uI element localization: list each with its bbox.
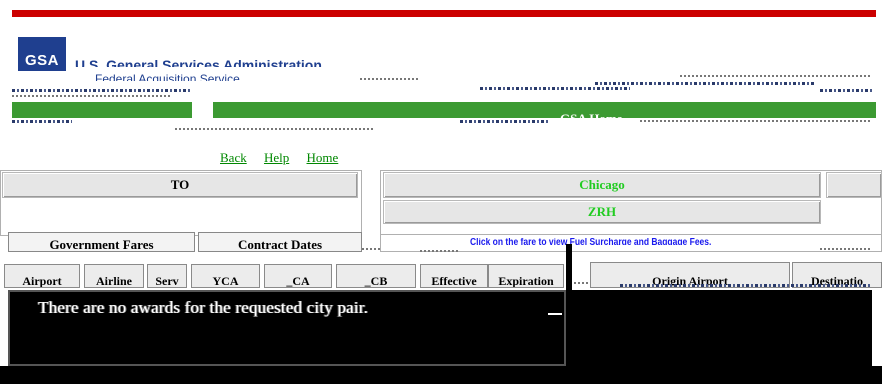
bottom-black-band (0, 366, 882, 384)
artifact-line (420, 250, 460, 252)
dash-mark (548, 313, 562, 315)
artifact-line (480, 87, 630, 90)
artifact-line (620, 284, 870, 287)
artifact-line (640, 120, 870, 122)
artifact-line (12, 89, 192, 92)
artifact-line (570, 282, 590, 284)
destination-code: ZRH (383, 200, 821, 224)
home-link[interactable]: Home (307, 150, 339, 165)
nav-bar-right (213, 102, 876, 118)
col-effective: Effective (420, 264, 488, 288)
gsa-home-link[interactable]: GSA Home (560, 112, 622, 120)
agency-subname: Federal Acquisition Service (95, 73, 240, 81)
artifact-line (595, 82, 815, 85)
back-link[interactable]: Back (220, 150, 247, 165)
artifact-line (820, 248, 872, 250)
col-airport: Airport (4, 264, 80, 288)
top-red-bar (12, 10, 876, 17)
page: GSA U.S. General Services Administration… (0, 0, 882, 384)
artifact-line (360, 78, 420, 80)
col-ca: _CA (264, 264, 332, 288)
col-serv: Serv (147, 264, 187, 288)
col-cb: _CB (336, 264, 416, 288)
results-panel-right (566, 290, 872, 366)
artifact-line (820, 89, 872, 92)
fare-note[interactable]: Click on the fare to view Fuel Surcharge… (470, 238, 711, 245)
artifact-line (12, 120, 72, 123)
col-ycca: YCA (191, 264, 260, 288)
artifact-line (12, 95, 172, 97)
artifact-line (175, 128, 375, 130)
tab-contract-dates[interactable]: Contract Dates (198, 232, 362, 252)
artifact-line (680, 75, 870, 77)
col-expiration: Expiration (488, 264, 564, 288)
agency-name: U.S. General Services Administration (75, 58, 322, 67)
help-link[interactable]: Help (264, 150, 289, 165)
col-airline: Airline (84, 264, 144, 288)
nav-bar-left (12, 102, 192, 118)
divider (566, 244, 572, 292)
artifact-line (362, 248, 382, 250)
gsa-logo-text: GSA (24, 52, 59, 69)
origin-city: Chicago (383, 172, 821, 198)
tab-government-fares[interactable]: Government Fares (8, 232, 195, 252)
top-links: Back Help Home (220, 150, 352, 166)
no-awards-message: There are no awards for the requested ci… (38, 298, 369, 317)
artifact-line (460, 120, 550, 123)
to-header: TO (2, 172, 358, 198)
destination-city-cell (826, 172, 882, 198)
gsa-logo[interactable]: GSA (18, 37, 66, 71)
